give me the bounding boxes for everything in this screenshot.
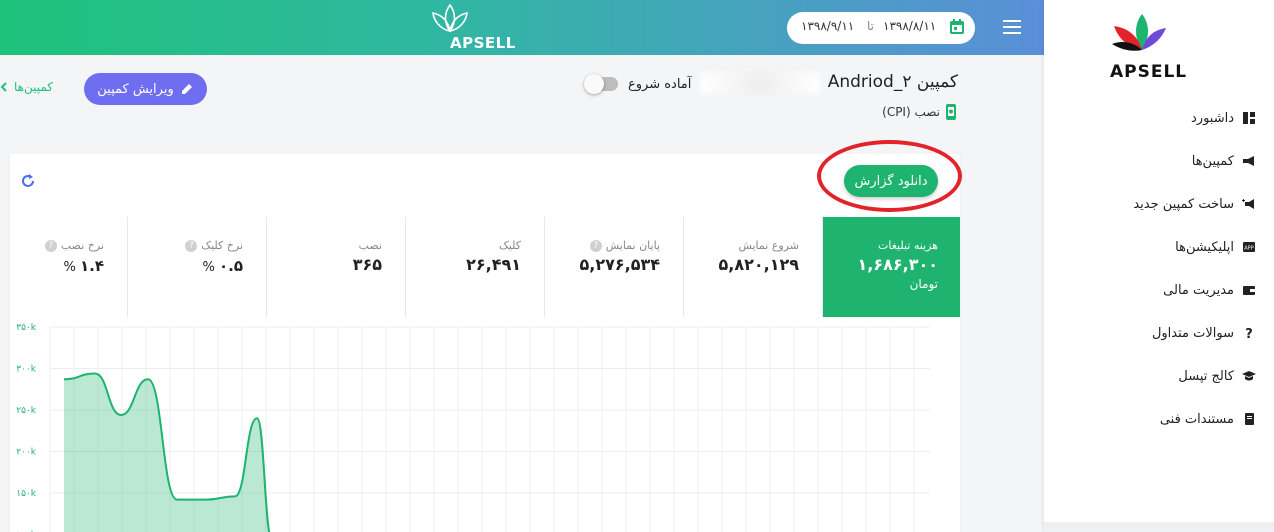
- stat-suffix: %: [63, 260, 76, 275]
- megaphone-plus-icon: [1242, 199, 1254, 209]
- stat-suffix: %: [202, 260, 215, 275]
- help-icon[interactable]: ?: [44, 239, 57, 252]
- sidebar-item-label: اپلیکیشن‌ها: [1175, 239, 1234, 255]
- stat-value-group: ۱.۴ %: [63, 257, 104, 275]
- stat-label: پایان نمایش: [605, 239, 660, 252]
- leaf-logo-icon: [432, 3, 468, 33]
- date-to-value: ۱۳۹۸/۹/۱۱: [801, 19, 855, 33]
- campaign-type: نصب (CPI): [882, 104, 958, 120]
- sidebar-footer-strip: [1044, 522, 1274, 532]
- sidebar-item-docs[interactable]: مستندات فنی: [1160, 407, 1256, 431]
- stat-value: ۱.۴: [79, 257, 104, 275]
- stat-value: ۰.۵: [218, 257, 243, 275]
- stat-label: نصب: [358, 239, 382, 252]
- sidebar-item-label: داشبورد: [1191, 110, 1234, 126]
- stat-value: ۳۶۵: [352, 255, 382, 274]
- stat-value-group: ۰.۵ %: [202, 257, 243, 275]
- series-area: [64, 373, 272, 532]
- sidebar-item-label: مدیریت مالی: [1163, 282, 1234, 298]
- redacted-name: [700, 72, 820, 94]
- stat-label: کلیک: [498, 239, 521, 252]
- y-tick-label: ۲۰۰k: [16, 448, 37, 458]
- stat-unit: تومان: [909, 277, 938, 291]
- date-from-value: ۱۳۹۸/۸/۱۱: [883, 19, 937, 33]
- sidebar-logo-text: APSELL: [1110, 62, 1188, 82]
- sidebar-item-faq[interactable]: ? سوالات متداول: [1152, 321, 1256, 345]
- stat-impression-start: شروع نمایش ۵,۸۲۰,۱۲۹: [683, 217, 821, 317]
- stat-label-group: نرخ کلیک?: [185, 239, 243, 252]
- stat-ctr: نرخ کلیک? ۰.۵ %: [127, 217, 265, 317]
- y-tick-label: ۳۰۰k: [16, 365, 37, 375]
- stat-label-group: نرخ نصب?: [44, 239, 104, 252]
- y-tick-label: ۳۵۰k: [16, 323, 37, 333]
- hamburger-menu-icon[interactable]: [1003, 19, 1021, 35]
- ready-toggle-switch[interactable]: [584, 74, 618, 94]
- y-tick-label: ۱۵۰k: [16, 489, 37, 499]
- svg-text:APP: APP: [1244, 246, 1253, 252]
- stat-label: هزینه تبلیغات: [877, 239, 938, 252]
- sidebar-item-finance[interactable]: مدیریت مالی: [1163, 278, 1256, 302]
- sidebar-item-label: ساخت کمپین جدید: [1133, 196, 1234, 212]
- dashboard-icon: [1243, 112, 1255, 124]
- stat-label: نرخ نصب: [60, 239, 104, 252]
- installs-area-chart: ۳۵۰k۳۰۰k۲۵۰k۲۰۰k۱۵۰k۱۰۰k: [16, 323, 930, 532]
- sidebar-item-campaigns[interactable]: کمپین‌ها: [1192, 149, 1256, 173]
- brand-name: APSELL: [450, 34, 516, 52]
- stat-ad-spend: هزینه تبلیغات ۱,۶۸۶,۳۰۰ تومان: [822, 217, 960, 317]
- campaign-type-label: نصب (CPI): [882, 105, 940, 119]
- ready-toggle-group: آماده شروع: [584, 74, 692, 94]
- install-app-icon: [946, 104, 956, 120]
- graduation-cap-icon: [1242, 371, 1256, 381]
- sidebar-item-label: سوالات متداول: [1151, 325, 1234, 341]
- stat-value: ۱,۶۸۶,۳۰۰: [857, 255, 938, 274]
- y-tick-label: ۲۵۰k: [16, 406, 37, 416]
- help-icon[interactable]: ?: [185, 239, 198, 252]
- date-to-word: تا: [867, 19, 874, 33]
- stat-impression-end: پایان نمایش? ۵,۲۷۶,۵۳۴: [544, 217, 682, 317]
- edit-campaign-button[interactable]: ویرایش کمپین: [84, 73, 207, 105]
- stat-label: شروع نمایش: [738, 239, 799, 252]
- stat-label-group: پایان نمایش?: [589, 239, 660, 252]
- annotation-circle: [817, 140, 962, 212]
- sidebar-item-label: کمپین‌ها: [1191, 153, 1234, 169]
- megaphone-icon: [1243, 156, 1254, 166]
- app-icon: APP: [1243, 242, 1255, 252]
- pencil-icon: [181, 84, 192, 94]
- sidebar-item-college[interactable]: کالج تپسل: [1178, 364, 1256, 388]
- calendar-icon: [950, 19, 964, 34]
- stat-value: ۵,۸۲۰,۱۲۹: [718, 255, 799, 274]
- sidebar-item-dashboard[interactable]: داشبورد: [1191, 106, 1256, 130]
- wallet-icon: [1243, 286, 1255, 295]
- sidebar-item-applications[interactable]: APP اپلیکیشن‌ها: [1175, 235, 1256, 259]
- ready-toggle-label: آماده شروع: [628, 76, 692, 92]
- edit-campaign-label: ویرایش کمپین: [97, 81, 174, 97]
- help-icon[interactable]: ?: [589, 239, 602, 252]
- question-icon: ?: [1245, 327, 1253, 340]
- sidebar-item-label: مستندات فنی: [1159, 411, 1234, 427]
- date-range-picker[interactable]: ۱۳۹۸/۹/۱۱ تا ۱۳۹۸/۸/۱۱: [787, 12, 975, 44]
- campaign-title: کمپین Andriod_۲: [827, 72, 958, 92]
- sidebar: APSELL داشبورد کمپین‌ها ساخت کمپین جدید …: [1044, 0, 1274, 532]
- book-icon: [1245, 413, 1254, 425]
- brand-logo: APSELL: [430, 3, 520, 52]
- stat-install-rate: نرخ نصب? ۱.۴ %: [0, 217, 126, 317]
- stat-label: نرخ کلیک: [201, 239, 243, 252]
- chevron-left-icon: [0, 82, 7, 92]
- sidebar-item-label: کالج تپسل: [1178, 368, 1234, 384]
- breadcrumb[interactable]: کمپین‌ها: [0, 80, 53, 94]
- stat-clicks: کلیک ۲۶,۴۹۱: [405, 217, 543, 317]
- stat-value: ۲۶,۴۹۱: [466, 255, 521, 274]
- svg-text:?: ?: [1245, 327, 1253, 340]
- stat-installs: نصب ۳۶۵: [266, 217, 404, 317]
- stat-value: ۵,۲۷۶,۵۳۴: [579, 255, 660, 274]
- breadcrumb-campaigns[interactable]: کمپین‌ها: [14, 80, 53, 94]
- refresh-icon[interactable]: [19, 172, 37, 190]
- sidebar-item-new-campaign[interactable]: ساخت کمپین جدید: [1133, 192, 1256, 216]
